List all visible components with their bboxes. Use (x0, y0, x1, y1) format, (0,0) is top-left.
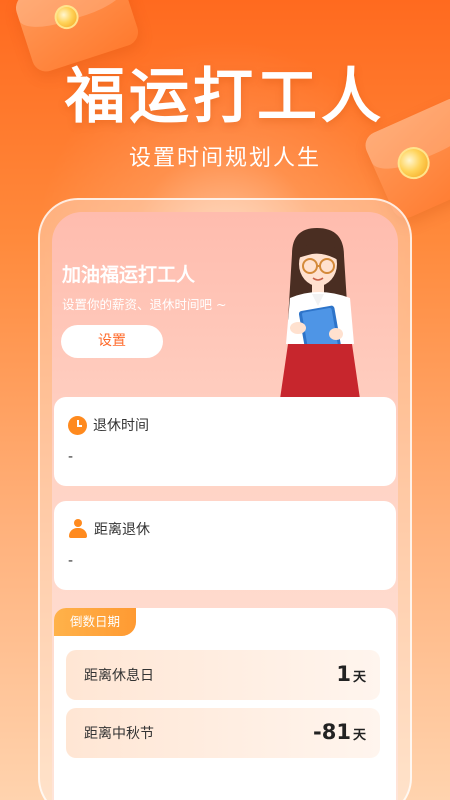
countdown-row-value: 1 天 (336, 662, 366, 686)
app-screen: 加油福运打工人 设置你的薪资、退休时间吧 ~ 设置 退休时间 - 距离退休 - … (52, 212, 398, 800)
countdown-days-number: -81 (313, 720, 351, 744)
countdown-card: 倒数日期 距离休息日 1 天 距离中秋节 -81 天 (54, 608, 396, 800)
hero-title: 福运打工人 (65, 62, 385, 132)
countdown-days-number: 1 (336, 662, 351, 686)
greeting-subtitle: 设置你的薪资、退休时间吧 ~ (62, 297, 227, 312)
distance-retire-label: 距离退休 (94, 522, 150, 538)
settings-button[interactable]: 设置 (61, 325, 163, 358)
countdown-row-mid-autumn[interactable]: 距离中秋节 -81 天 (66, 708, 380, 758)
retire-time-card: 退休时间 - (54, 397, 396, 486)
hero-subtitle: 设置时间规划人生 (128, 146, 321, 171)
countdown-row-value: -81 天 (313, 720, 366, 744)
countdown-row-label: 距离中秋节 (84, 726, 154, 742)
retire-time-value: - (68, 449, 74, 465)
person-icon (68, 519, 88, 539)
greeting-title: 加油福运打工人 (62, 264, 196, 286)
countdown-row-rest-day[interactable]: 距离休息日 1 天 (66, 650, 380, 700)
countdown-tag: 倒数日期 (54, 608, 136, 636)
countdown-days-unit: 天 (352, 728, 366, 743)
countdown-row-label: 距离休息日 (84, 668, 154, 684)
countdown-days-unit: 天 (352, 670, 366, 685)
office-girl-illustration (280, 228, 360, 399)
distance-retire-card: 距离退休 - (54, 501, 396, 590)
clock-icon (68, 415, 87, 435)
distance-retire-value: - (68, 553, 74, 569)
retire-time-label: 退休时间 (93, 418, 149, 434)
